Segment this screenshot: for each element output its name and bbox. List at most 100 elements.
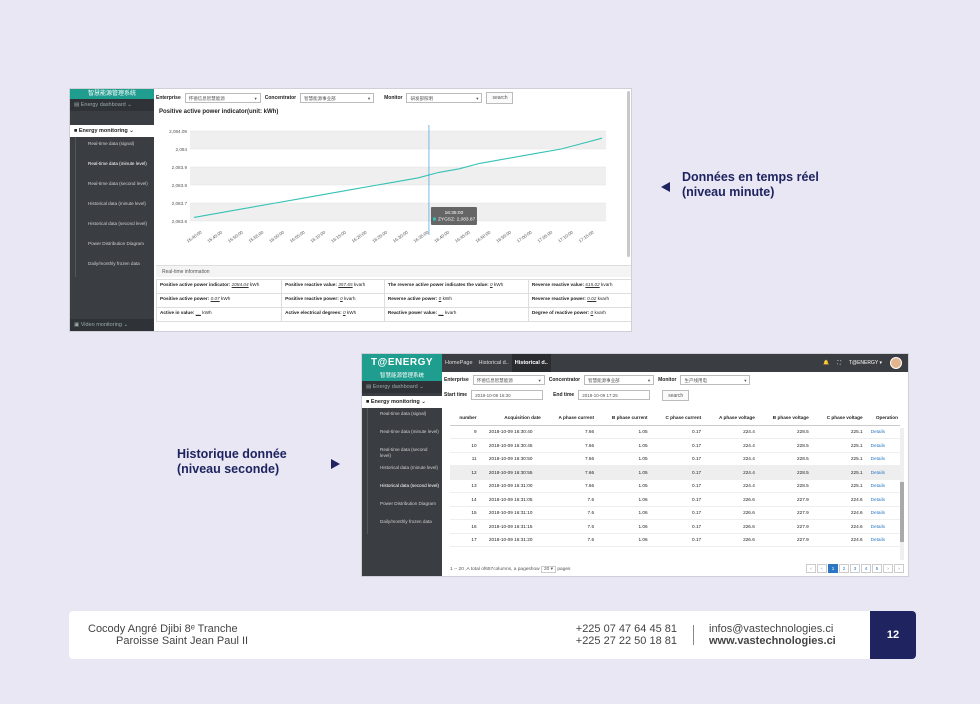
tab-homepage[interactable]: HomePage (442, 354, 476, 372)
sidebar-item-frozen-data[interactable]: Daily/monthly frozen data (367, 516, 442, 534)
info-key: Positive active power: (160, 296, 210, 301)
info-row: Positive active power indicator: 2084.04… (155, 279, 631, 294)
sidebar-item-history-minute[interactable]: Historical data (minute level) (367, 462, 442, 480)
sidebar-group-dashboard[interactable]: ▤ Energy dashboard ⌄ (362, 381, 442, 393)
avatar[interactable] (890, 357, 902, 369)
x-tick-label: 16:00:00 (268, 229, 285, 243)
page-button[interactable]: 3 (850, 564, 860, 573)
column-header[interactable]: C phase voltage (810, 410, 865, 426)
search-button[interactable]: search (486, 92, 514, 104)
page-button[interactable]: 1 (828, 564, 838, 573)
sidebar-group-monitoring[interactable]: ■ Energy monitoring ⌄ (362, 396, 442, 408)
info-row: Active in value: __ kWh Active electrical… (155, 307, 631, 322)
sidebar-item-frozen-data[interactable]: Daily/monthly frozen data (75, 257, 154, 277)
caret-down-icon: ▾ (254, 96, 257, 101)
sidebar-item-realtime-second[interactable]: Real-time data (second level) (367, 444, 442, 462)
details-link[interactable]: Details (864, 452, 900, 466)
table-cell: 228.5 (756, 465, 811, 480)
column-header[interactable]: Acquisition date (478, 410, 543, 426)
sidebar-item-realtime-signal[interactable]: Real-time data (signal) (75, 137, 154, 157)
concentrator-select[interactable]: 智慧能源事业部 ▾ (584, 375, 655, 385)
callout-line: (niveau minute) (682, 185, 775, 199)
details-link[interactable]: Details (864, 533, 900, 547)
x-tick-label: 17:15:00 (578, 229, 595, 243)
table-cell: 227.9 (756, 506, 811, 520)
info-cell: Active in value: __ kWh (155, 307, 283, 322)
sidebar-item-power-distribution[interactable]: Power Distribution Diagram (75, 237, 154, 257)
tab-historical-2[interactable]: Historical d.. (511, 354, 551, 372)
info-cell: Positive reactive value: 357.65 kvarh (281, 279, 385, 294)
column-header[interactable]: B phase voltage (756, 410, 811, 426)
column-header[interactable]: B phase current (596, 410, 650, 426)
caret-down-icon: ▾ (647, 378, 651, 383)
scroll-thumb[interactable] (900, 482, 904, 542)
details-link[interactable]: Details (864, 506, 900, 520)
column-header[interactable]: A phase current (542, 410, 597, 426)
x-tick-label: 15:45:00 (206, 229, 223, 243)
sidebar-group-label: Energy dashboard (372, 384, 418, 390)
table-cell: 227.9 (756, 519, 811, 534)
filter-bar: Enterprise 怀德信息智慧能源 ▾ Concentrator 智慧能源事业… (156, 91, 631, 105)
page-button[interactable]: › (883, 564, 893, 573)
tab-historical-1[interactable]: Historical d.. (476, 354, 512, 372)
brand-logo: T@ENERGY (362, 354, 442, 372)
website-link[interactable]: www.vastechnologies.ci (709, 635, 836, 647)
table-cell: 2018-10-09 16:30:40 (478, 425, 543, 439)
phone-2[interactable]: +225 27 22 50 18 81 (559, 635, 677, 647)
sidebar-item-power-distribution[interactable]: Power Distribution Diagram (367, 498, 442, 516)
monitor-label: Monitor (658, 377, 677, 383)
enterprise-select[interactable]: 怀德信息智慧能源 ▾ (472, 375, 545, 385)
page-button[interactable]: 4 (861, 564, 871, 573)
page-button[interactable]: ‹ (806, 564, 816, 573)
details-link[interactable]: Details (864, 465, 900, 480)
column-header[interactable]: number (450, 410, 479, 426)
page-button[interactable]: 2 (839, 564, 849, 573)
phone-1[interactable]: +225 07 47 64 45 81 (559, 623, 677, 635)
table-cell: 7.6 (542, 492, 597, 507)
info-unit: kvarh (601, 282, 613, 287)
details-link[interactable]: Details (864, 479, 900, 493)
info-unit: kWh (442, 296, 452, 301)
sidebar-item-realtime-signal[interactable]: Real-time data (signal) (367, 408, 442, 426)
sidebar-group-video[interactable]: ▣ Video monitoring ⌄ (70, 319, 154, 331)
page-scrollbar[interactable] (627, 91, 630, 257)
table-cell: 7.66 (542, 465, 597, 480)
details-link[interactable]: Details (864, 438, 900, 453)
x-tick-label: 16:35:00 (413, 229, 430, 243)
table-cell: 1.05 (596, 465, 650, 480)
table-scrollbar[interactable] (900, 428, 904, 560)
sidebar-item-realtime-second[interactable]: Real-time data (second level) (75, 177, 154, 197)
info-unit: kWh (346, 310, 357, 315)
page-button[interactable]: ‹ (817, 564, 827, 573)
table-cell: 0.17 (649, 519, 704, 534)
table-cell: 7.66 (542, 452, 597, 466)
details-link[interactable]: Details (864, 519, 900, 534)
sidebar-item-history-second[interactable]: Historical data (second level) (75, 217, 154, 237)
search-button[interactable]: search (662, 389, 690, 401)
user-menu[interactable]: T@ENERGY ▾ (849, 360, 882, 366)
sidebar-item-history-second[interactable]: Historical data (second level) (367, 480, 442, 498)
monitor-select[interactable]: 生产线用电 ▾ (680, 375, 751, 385)
sidebar-item-realtime-minute[interactable]: Real-time data (minute level) (367, 426, 442, 444)
column-header[interactable]: Operation (864, 410, 900, 426)
bell-icon[interactable]: 🔔 (823, 360, 829, 366)
sidebar-item-history-minute[interactable]: Historical data (minute level) (75, 197, 154, 217)
column-header[interactable]: C phase current (649, 410, 704, 426)
monitor-select[interactable]: 研发部照明 ▾ (406, 93, 483, 103)
enterprise-select[interactable]: 怀德信息智慧能源 ▾ (184, 93, 261, 103)
end-time-input[interactable]: 2018-10-09 17:25 (578, 390, 651, 400)
email-link[interactable]: infos@vastechnologies.ci (709, 623, 836, 635)
x-tick-label: 15:50:00 (227, 229, 244, 243)
sidebar-group-dashboard[interactable]: ▤ Energy dashboard ⌄ (70, 99, 154, 111)
sidebar-group-monitoring[interactable]: ■ Energy monitoring ⌄ (70, 125, 154, 137)
column-header[interactable]: A phase voltage (703, 410, 757, 426)
concentrator-select[interactable]: 智慧能源事业部 ▾ (300, 93, 375, 103)
sidebar-item-realtime-minute[interactable]: Real-time data (minute level) (75, 157, 154, 177)
page-button[interactable]: 5 (872, 564, 882, 573)
details-link[interactable]: Details (864, 492, 900, 507)
page-size-select[interactable]: 20 ▾ (540, 566, 557, 573)
details-link[interactable]: Details (864, 425, 900, 439)
start-time-input[interactable]: 2018-10-09 16:30 (471, 390, 544, 400)
page-button[interactable]: › (894, 564, 904, 573)
fullscreen-icon[interactable]: ⛶ (837, 360, 841, 366)
